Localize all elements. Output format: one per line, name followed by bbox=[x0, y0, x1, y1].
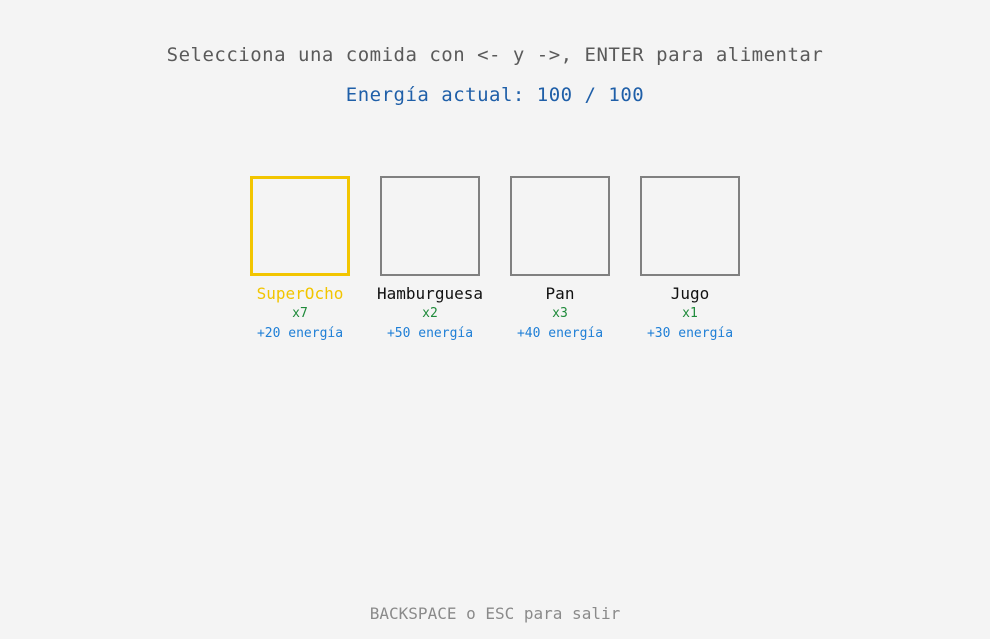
food-energy-bonus: +20 energía bbox=[256, 326, 344, 341]
food-name: SuperOcho bbox=[256, 284, 344, 303]
instructions-text: Selecciona una comida con <- y ->, ENTER… bbox=[166, 44, 824, 66]
food-item-pan[interactable]: Pan x3 +40 energía bbox=[495, 176, 625, 344]
food-item-superocho[interactable]: SuperOcho x7 +20 energía bbox=[235, 176, 365, 344]
food-quantity: x1 bbox=[682, 306, 698, 321]
food-item-jugo[interactable]: Jugo x1 +30 energía bbox=[625, 176, 755, 344]
energy-status: Energía actual: 100 / 100 bbox=[345, 84, 645, 106]
food-quantity: x3 bbox=[552, 306, 568, 321]
exit-hint: BACKSPACE o ESC para salir bbox=[369, 604, 621, 623]
food-energy-bonus: +50 energía bbox=[386, 326, 474, 341]
food-energy-bonus: +30 energía bbox=[646, 326, 734, 341]
food-item-hamburguesa[interactable]: Hamburguesa x2 +50 energía bbox=[365, 176, 495, 344]
food-slot[interactable] bbox=[640, 176, 740, 276]
food-name: Pan bbox=[545, 284, 575, 303]
food-energy-bonus: +40 energía bbox=[516, 326, 604, 341]
food-quantity: x7 bbox=[292, 306, 308, 321]
food-name: Hamburguesa bbox=[377, 284, 483, 303]
food-quantity: x2 bbox=[422, 306, 438, 321]
food-slot[interactable] bbox=[250, 176, 350, 276]
food-slot[interactable] bbox=[380, 176, 480, 276]
food-slot[interactable] bbox=[510, 176, 610, 276]
food-name: Jugo bbox=[670, 284, 710, 303]
